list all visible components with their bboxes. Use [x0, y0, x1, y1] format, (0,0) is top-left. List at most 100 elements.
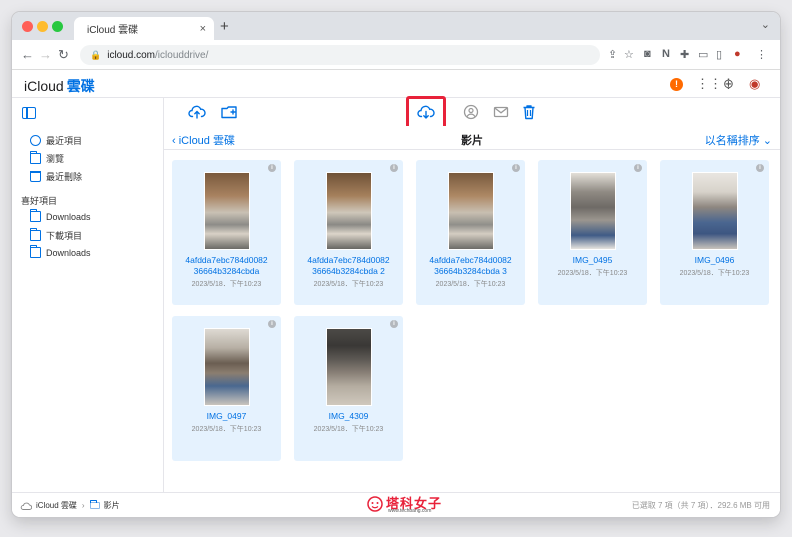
url-field[interactable]: 🔒 icloud.com/iclouddrive/ — [80, 45, 600, 65]
trash-icon — [30, 171, 41, 182]
camera-extension-icon[interactable]: ◙ — [644, 48, 651, 60]
site-watermark-logo: 塔科女子 www.techbang.com — [364, 492, 454, 516]
status-path-root[interactable]: iCloud 雲碟 — [36, 500, 77, 511]
file-name: 4afdda7ebc784d0082 36664b3284cbda — [185, 255, 268, 276]
add-circle-icon[interactable]: ⊕ — [723, 76, 734, 92]
folder-title: 影片 — [461, 135, 483, 147]
sort-label: 以名稱排序 — [704, 135, 760, 147]
share-people-icon[interactable] — [462, 103, 480, 121]
upload-cloud-icon[interactable] — [188, 103, 206, 121]
sidebar-item-downloads[interactable]: Downloads — [30, 209, 91, 222]
file-name: IMG_0497 — [206, 411, 247, 421]
video-thumbnail — [692, 172, 738, 250]
sidebar-panel-icon[interactable]: ▯ — [716, 48, 722, 61]
status-path-current[interactable]: 影片 — [104, 500, 120, 511]
info-icon[interactable]: i — [390, 164, 398, 172]
sidebar-item-download-items[interactable]: 下載項目 — [30, 228, 83, 242]
file-card[interactable]: i IMG_0497 2023/5/18．下午10:23 — [172, 316, 281, 461]
file-card[interactable]: i 4afdda7ebc784d0082 36664b3284cbda 2 20… — [294, 160, 403, 305]
file-grid: i 4afdda7ebc784d0082 36664b3284cbda 2023… — [164, 150, 780, 492]
video-thumbnail — [204, 328, 250, 406]
lock-icon: 🔒 — [90, 49, 102, 60]
favorites-header: 喜好項目 — [21, 196, 58, 206]
path-separator-icon: › — [81, 501, 85, 510]
folder-title-bar: ‹ iCloud 雲碟 影片 以名稱排序 ⌄ — [164, 126, 780, 150]
new-folder-icon[interactable] — [220, 103, 238, 121]
file-card[interactable]: i 4afdda7ebc784d0082 36664b3284cbda 3 20… — [416, 160, 525, 305]
video-thumbnail — [326, 172, 372, 250]
tab-menu-chevron-icon[interactable]: ⌄ — [761, 18, 770, 31]
info-icon[interactable]: i — [634, 164, 642, 172]
sidebar-item-downloads-2[interactable]: Downloads — [30, 245, 91, 258]
folder-icon — [30, 151, 41, 164]
sidebar-item-label: Downloads — [46, 247, 91, 258]
folder-icon — [89, 500, 100, 509]
bookmark-star-icon[interactable]: ☆ — [624, 48, 634, 61]
file-name: IMG_0496 — [694, 255, 735, 265]
folder-icon — [30, 228, 41, 241]
info-icon[interactable]: i — [268, 320, 276, 328]
browser-menu-icon[interactable]: ⋮ — [756, 48, 767, 61]
alert-badge-icon[interactable]: ! — [670, 78, 683, 91]
sidebar-item-recently-deleted[interactable]: 最近刪除 — [30, 170, 82, 183]
file-date: 2023/5/18．下午10:23 — [313, 281, 384, 288]
forward-arrow-icon[interactable]: → — [39, 47, 52, 62]
file-card[interactable]: i IMG_4309 2023/5/18．下午10:23 — [294, 316, 403, 461]
minimize-window-button[interactable] — [37, 21, 48, 32]
new-tab-icon[interactable]: + — [220, 18, 229, 35]
video-thumbnail — [204, 172, 250, 250]
file-date: 2023/5/18．下午10:23 — [435, 281, 506, 288]
watermark-mascot-icon — [367, 496, 383, 512]
sidebar-item-label: 下載項目 — [46, 231, 83, 241]
folder-icon — [30, 209, 41, 222]
icloud-cloud-icon — [20, 502, 32, 510]
file-name: IMG_0495 — [572, 255, 613, 265]
folder-icon — [30, 245, 41, 258]
mail-icon[interactable] — [492, 103, 510, 121]
file-card[interactable]: i IMG_0495 2023/5/18．下午10:23 — [538, 160, 647, 305]
sidebar-toggle-icon[interactable] — [22, 107, 36, 119]
info-icon[interactable]: i — [756, 164, 764, 172]
file-date: 2023/5/18．下午10:23 — [191, 281, 262, 288]
brand-name: iCloud — [24, 78, 64, 94]
browser-window: iCloud 雲碟 × + ⌄ ← → ↻ 🔒 icloud.com/iclou… — [12, 12, 780, 517]
profile-avatar-icon[interactable]: ● — [734, 48, 741, 60]
sidebar-item-label: Downloads — [46, 211, 91, 222]
user-avatar-icon[interactable]: ◉ — [749, 76, 760, 92]
url-path: /iclouddrive/ — [155, 49, 209, 61]
back-arrow-icon[interactable]: ← — [21, 47, 34, 62]
icloud-logo[interactable]: iCloud 雲碟 — [21, 76, 95, 96]
sidebar-item-label: 最近刪除 — [46, 172, 83, 182]
toolbar — [164, 96, 780, 130]
info-icon[interactable]: i — [268, 164, 276, 172]
reload-icon[interactable]: ↻ — [58, 47, 69, 63]
file-date: 2023/5/18．下午10:23 — [557, 270, 628, 277]
zoom-window-button[interactable] — [52, 21, 63, 32]
browser-tab[interactable]: iCloud 雲碟 × — [74, 17, 214, 40]
url-host: icloud.com — [107, 49, 156, 61]
video-thumbnail — [448, 172, 494, 250]
file-name: IMG_4309 — [328, 411, 369, 421]
tab-close-icon[interactable]: × — [200, 23, 206, 35]
sidebar: 最近項目 瀏覽 最近刪除 喜好項目 Downloads 下載項目 Downloa… — [12, 98, 164, 492]
file-date: 2023/5/18．下午10:23 — [313, 426, 384, 433]
info-icon[interactable]: i — [390, 320, 398, 328]
tab-title: iCloud 雲碟 — [87, 25, 139, 36]
file-name: 4afdda7ebc784d0082 36664b3284cbda 3 — [429, 255, 512, 276]
delete-trash-icon[interactable] — [520, 103, 538, 121]
close-window-button[interactable] — [22, 21, 33, 32]
tab-strip: iCloud 雲碟 × + ⌄ — [12, 12, 780, 40]
info-icon[interactable]: i — [512, 164, 520, 172]
share-icon[interactable]: ⇪ — [608, 48, 617, 61]
puzzle-extensions-icon[interactable]: ✚ — [680, 48, 689, 61]
download-cloud-icon[interactable] — [417, 103, 435, 121]
address-bar: ← → ↻ 🔒 icloud.com/iclouddrive/ ⇪ ☆ ◙ N … — [12, 40, 780, 70]
file-card[interactable]: i 4afdda7ebc784d0082 36664b3284cbda 2023… — [172, 160, 281, 305]
cast-icon[interactable]: ▭ — [698, 48, 708, 61]
sidebar-item-recents[interactable]: 最近項目 — [30, 134, 82, 147]
sidebar-item-label: 最近項目 — [46, 136, 83, 146]
sort-dropdown[interactable]: 以名稱排序 ⌄ — [705, 132, 772, 148]
file-card[interactable]: i IMG_0496 2023/5/18．下午10:23 — [660, 160, 769, 305]
sidebar-item-browse[interactable]: 瀏覽 — [30, 151, 64, 165]
extension-n-icon[interactable]: N — [662, 48, 670, 60]
